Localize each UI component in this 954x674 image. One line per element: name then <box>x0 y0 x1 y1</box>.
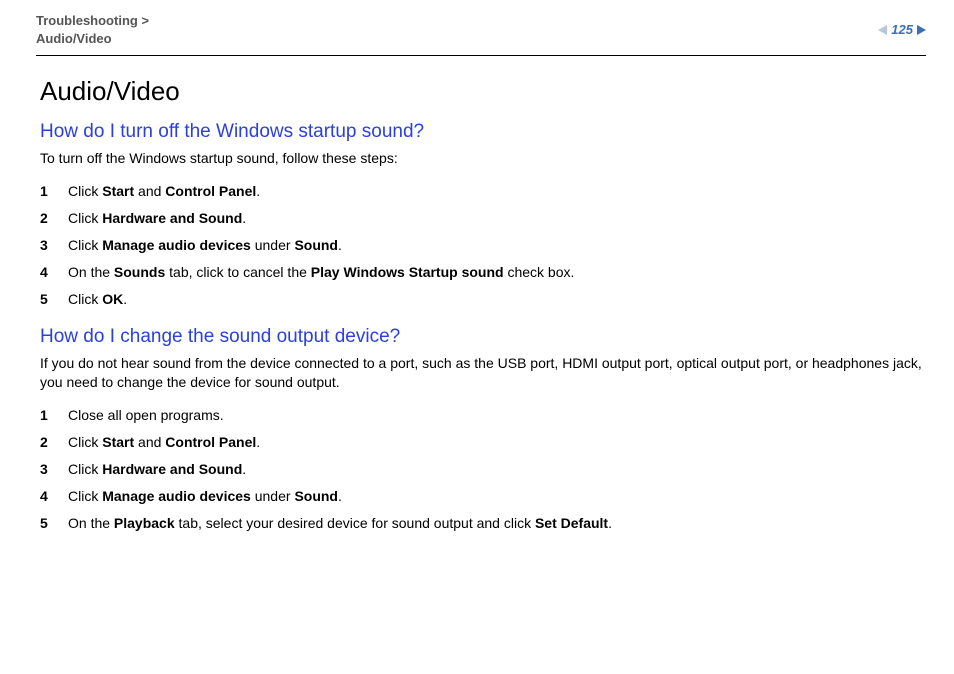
section1-heading: How do I turn off the Windows startup so… <box>40 121 922 143</box>
step-text: Click Hardware and Sound. <box>68 209 922 228</box>
next-page-icon[interactable] <box>917 25 926 35</box>
step-number: 3 <box>40 236 68 255</box>
section1-intro: To turn off the Windows startup sound, f… <box>40 149 922 168</box>
section2-steps: 1Close all open programs.2Click Start an… <box>40 402 922 536</box>
step-text: Click Start and Control Panel. <box>68 182 922 201</box>
step-item: 1Close all open programs. <box>40 402 922 429</box>
step-item: 1Click Start and Control Panel. <box>40 178 922 205</box>
page-nav: 125 <box>878 12 926 37</box>
step-number: 2 <box>40 433 68 452</box>
section1-steps: 1Click Start and Control Panel.2Click Ha… <box>40 178 922 312</box>
step-number: 4 <box>40 263 68 282</box>
section2-intro: If you do not hear sound from the device… <box>40 354 922 392</box>
step-number: 5 <box>40 290 68 309</box>
step-number: 1 <box>40 406 68 425</box>
step-number: 1 <box>40 182 68 201</box>
step-text: Click Manage audio devices under Sound. <box>68 487 922 506</box>
breadcrumb: Troubleshooting > Audio/Video <box>36 12 149 47</box>
step-item: 5Click OK. <box>40 286 922 313</box>
step-text: Click Hardware and Sound. <box>68 460 922 479</box>
step-item: 2Click Hardware and Sound. <box>40 205 922 232</box>
prev-page-icon[interactable] <box>878 25 887 35</box>
step-text: Click Start and Control Panel. <box>68 433 922 452</box>
step-text: Click Manage audio devices under Sound. <box>68 236 922 255</box>
step-item: 4Click Manage audio devices under Sound. <box>40 483 922 510</box>
step-text: On the Playback tab, select your desired… <box>68 514 922 533</box>
breadcrumb-line1: Troubleshooting > <box>36 13 149 28</box>
breadcrumb-line2: Audio/Video <box>36 31 112 46</box>
step-item: 4On the Sounds tab, click to cancel the … <box>40 259 922 286</box>
step-text: On the Sounds tab, click to cancel the P… <box>68 263 922 282</box>
step-number: 5 <box>40 514 68 533</box>
step-number: 3 <box>40 460 68 479</box>
page-number: 125 <box>889 22 915 37</box>
step-text: Close all open programs. <box>68 406 922 425</box>
section2-heading: How do I change the sound output device? <box>40 326 922 348</box>
step-number: 2 <box>40 209 68 228</box>
step-item: 2Click Start and Control Panel. <box>40 429 922 456</box>
step-number: 4 <box>40 487 68 506</box>
step-item: 3Click Manage audio devices under Sound. <box>40 232 922 259</box>
page-content: Audio/Video How do I turn off the Window… <box>36 76 926 537</box>
step-text: Click OK. <box>68 290 922 309</box>
page-title: Audio/Video <box>40 76 922 107</box>
step-item: 5On the Playback tab, select your desire… <box>40 510 922 537</box>
step-item: 3Click Hardware and Sound. <box>40 456 922 483</box>
page-header: Troubleshooting > Audio/Video 125 <box>36 12 926 56</box>
